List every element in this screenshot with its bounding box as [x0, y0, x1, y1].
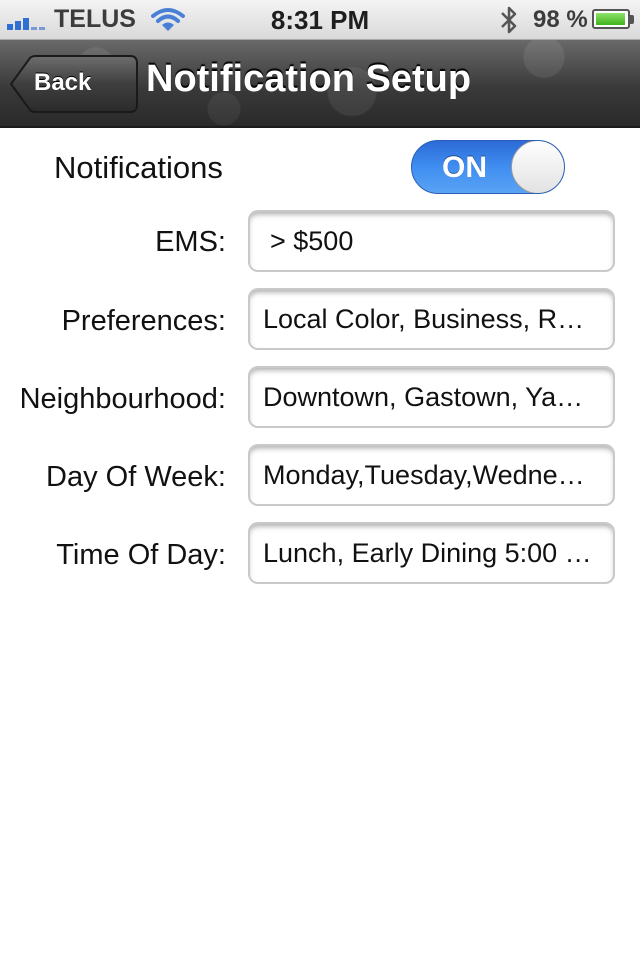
battery-icon	[592, 9, 630, 29]
ems-value: > $500	[270, 226, 354, 256]
preferences-value: Local Color, Business, R…	[263, 304, 585, 334]
ems-label: EMS:	[155, 226, 226, 258]
ems-field[interactable]: > $500	[248, 210, 615, 272]
battery-level-fill	[596, 13, 626, 25]
preferences-field[interactable]: Local Color, Business, R…	[248, 288, 615, 350]
notifications-label: Notifications	[54, 150, 223, 185]
battery-tip	[630, 15, 634, 24]
day-of-week-label: Day Of Week:	[46, 461, 226, 493]
preferences-label: Preferences:	[61, 305, 226, 337]
neighbourhood-field[interactable]: Downtown, Gastown, Ya…	[248, 366, 615, 428]
toggle-knob	[511, 141, 564, 193]
back-button-label: Back	[34, 69, 92, 96]
back-button[interactable]: Back	[10, 55, 138, 113]
neighbourhood-label: Neighbourhood:	[19, 383, 226, 415]
day-of-week-field[interactable]: Monday,Tuesday,Wedne…	[248, 444, 615, 506]
battery-percent: 98 %	[533, 6, 588, 33]
toggle-on-text: ON	[442, 151, 487, 184]
notifications-toggle[interactable]: ON	[411, 140, 565, 194]
neighbourhood-value: Downtown, Gastown, Ya…	[263, 382, 584, 412]
page-title: Notification Setup	[146, 58, 472, 100]
time-of-day-value: Lunch, Early Dining 5:00 …	[263, 538, 592, 568]
day-of-week-value: Monday,Tuesday,Wedne…	[263, 460, 585, 490]
navigation-bar: Back Notification Setup	[0, 40, 640, 128]
status-bar: TELUS 8:31 PM 98 %	[0, 0, 640, 40]
time-of-day-field[interactable]: Lunch, Early Dining 5:00 …	[248, 522, 615, 584]
time-of-day-label: Time Of Day:	[56, 539, 226, 571]
bluetooth-icon	[501, 6, 517, 34]
